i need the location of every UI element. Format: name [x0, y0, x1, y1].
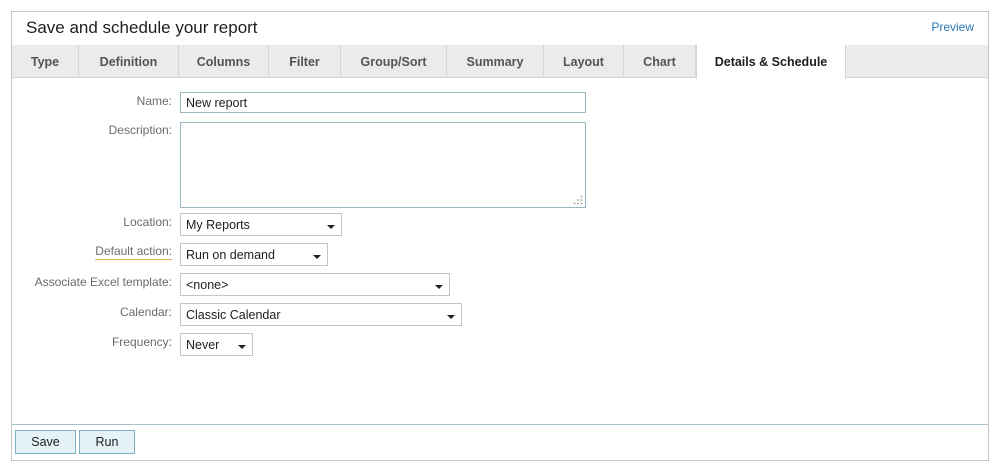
tab-group-sort[interactable]: Group/Sort — [341, 45, 447, 78]
tab-layout[interactable]: Layout — [544, 45, 624, 78]
default-action-label-text: Default action: — [95, 244, 172, 260]
tab-chart[interactable]: Chart — [624, 45, 696, 78]
frequency-value: Never — [186, 338, 220, 352]
description-field[interactable] — [180, 122, 586, 208]
location-select[interactable]: My Reports — [180, 213, 342, 236]
tab-summary[interactable]: Summary — [447, 45, 544, 78]
tab-filter[interactable]: Filter — [269, 45, 341, 78]
default-action-label: Default action: — [12, 244, 172, 260]
tab-bar: Type Definition Columns Filter Group/Sor… — [12, 45, 988, 79]
save-button[interactable]: Save — [15, 430, 76, 454]
tab-details-schedule[interactable]: Details & Schedule — [696, 45, 846, 79]
chevron-down-icon — [327, 225, 335, 229]
location-label: Location: — [123, 215, 172, 229]
chevron-down-icon — [238, 345, 246, 349]
chevron-down-icon — [447, 315, 455, 319]
chevron-down-icon — [313, 255, 321, 259]
calendar-label: Calendar: — [119, 305, 172, 319]
tab-definition[interactable]: Definition — [79, 45, 179, 78]
default-action-select[interactable]: Run on demand — [180, 243, 328, 266]
tab-columns[interactable]: Columns — [179, 45, 269, 78]
description-label: Description: — [108, 123, 172, 137]
calendar-value: Classic Calendar — [186, 308, 281, 322]
frequency-select[interactable]: Never — [180, 333, 253, 356]
excel-template-label: Associate Excel template: — [34, 275, 172, 289]
location-value: My Reports — [186, 218, 250, 232]
report-panel: Save and schedule your report Preview Ty… — [11, 11, 989, 461]
frequency-label: Frequency: — [111, 335, 172, 349]
run-button[interactable]: Run — [79, 430, 135, 454]
name-field[interactable]: New report — [180, 92, 586, 113]
page-title: Save and schedule your report — [26, 18, 258, 37]
tab-type[interactable]: Type — [12, 45, 79, 78]
chevron-down-icon — [435, 285, 443, 289]
default-action-value: Run on demand — [186, 248, 275, 262]
name-label: Name: — [136, 94, 172, 108]
excel-template-value: <none> — [186, 278, 229, 292]
resize-grip-icon[interactable] — [573, 195, 583, 205]
footer-bar: Save Run — [12, 424, 988, 460]
preview-link[interactable]: Preview — [931, 20, 974, 34]
excel-template-select[interactable]: <none> — [180, 273, 450, 296]
calendar-select[interactable]: Classic Calendar — [180, 303, 462, 326]
